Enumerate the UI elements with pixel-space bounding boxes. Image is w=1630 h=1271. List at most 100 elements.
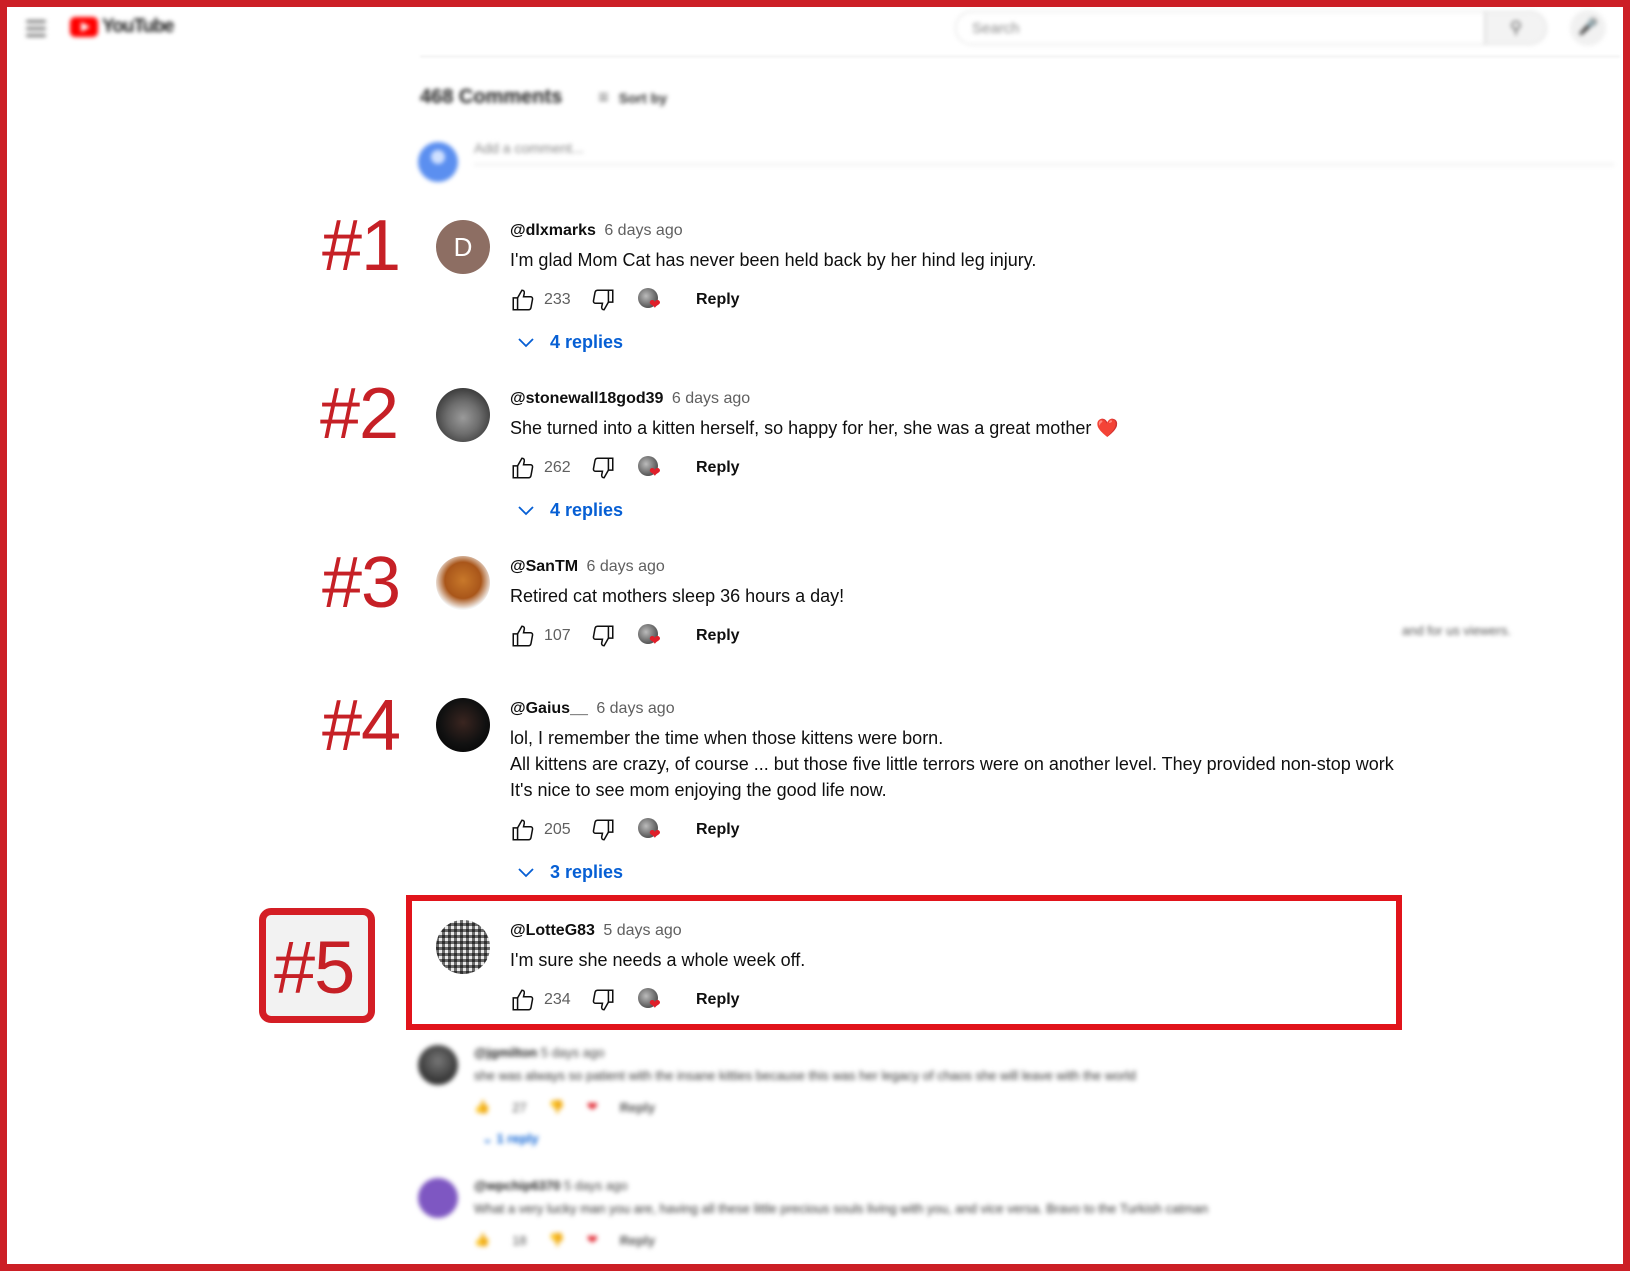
header-divider xyxy=(420,56,1620,57)
thumbs-down-icon[interactable] xyxy=(590,287,616,313)
avatar[interactable] xyxy=(436,388,490,442)
avatar[interactable] xyxy=(418,1178,458,1218)
chevron-down-icon xyxy=(518,867,534,877)
rank-label-1: #1 xyxy=(322,206,401,286)
comment-body: @SanTM 6 days ago Retired cat mothers sl… xyxy=(510,556,1430,650)
avatar[interactable] xyxy=(436,698,490,752)
comment-time[interactable]: 6 days ago xyxy=(596,700,674,717)
thumbs-up-icon[interactable] xyxy=(510,623,536,649)
thumbs-up-icon[interactable] xyxy=(510,455,536,481)
comment-time[interactable]: 6 days ago xyxy=(587,558,665,575)
reply-button[interactable]: Reply xyxy=(696,821,740,839)
chevron-down-icon xyxy=(518,337,534,347)
comment-meta: @jgmilton 5 days ago xyxy=(474,1045,1374,1060)
comment-body: @Gaius__ 6 days ago lol, I remember the … xyxy=(510,698,1430,883)
comment-author[interactable]: @wpchip6370 xyxy=(474,1178,560,1193)
view-replies-button[interactable]: 4 replies xyxy=(518,500,1430,521)
avatar[interactable]: D xyxy=(436,220,490,274)
like-count: 233 xyxy=(544,291,571,308)
reply-button[interactable]: Reply xyxy=(620,1233,655,1248)
microphone-icon[interactable]: 🎤 xyxy=(1570,10,1606,46)
comment-time[interactable]: 6 days ago xyxy=(672,390,750,407)
view-replies-button[interactable]: ⌄ 1 reply xyxy=(482,1131,1374,1147)
sort-icon: ≡ xyxy=(598,87,609,107)
comment-actions: 205 ❤ Reply xyxy=(510,816,1430,844)
top-bar: YouTube Search ⚲ 🎤 xyxy=(0,0,1630,60)
sort-label: Sort by xyxy=(618,89,668,106)
avatar[interactable] xyxy=(436,556,490,610)
side-note: and for us viewers. xyxy=(1402,623,1512,638)
comment-author[interactable]: @jgmilton xyxy=(474,1045,537,1060)
replies-count: 3 replies xyxy=(550,862,624,882)
creator-heart-icon: ❤ xyxy=(586,1099,598,1114)
avatar[interactable] xyxy=(418,1045,458,1085)
rank-label-5: #5 xyxy=(274,926,355,1009)
comment-author[interactable]: @Gaius__ xyxy=(510,700,588,717)
reply-button[interactable]: Reply xyxy=(696,459,740,477)
chevron-down-icon xyxy=(518,505,534,515)
thumbs-up-icon[interactable]: 👍 xyxy=(474,1099,490,1115)
highlight-box xyxy=(406,895,1402,1030)
comment-text: Retired cat mothers sleep 36 hours a day… xyxy=(510,586,845,606)
comment-meta: @stonewall18god39 6 days ago xyxy=(510,388,1430,410)
comment-body: @jgmilton 5 days ago she was always so p… xyxy=(474,1045,1374,1147)
like-count: 107 xyxy=(544,627,571,644)
comments-count: 468 Comments xyxy=(420,86,563,108)
comment-author[interactable]: @SanTM xyxy=(510,558,578,575)
comment-author[interactable]: @stonewall18god39 xyxy=(510,390,663,407)
thumbs-down-icon[interactable] xyxy=(590,623,616,649)
comment-text: she was always so patient with the insan… xyxy=(474,1068,1136,1083)
thumbs-down-icon[interactable]: 👎 xyxy=(549,1232,565,1248)
rank-label-5-box: #5 xyxy=(259,908,375,1023)
thumbs-down-icon[interactable]: 👎 xyxy=(549,1099,565,1115)
comment-time[interactable]: 6 days ago xyxy=(604,222,682,239)
rank-label-2: #2 xyxy=(320,374,399,454)
comment-text: I'm glad Mom Cat has never been held bac… xyxy=(510,250,1037,270)
menu-icon[interactable] xyxy=(26,20,46,37)
reply-button[interactable]: Reply xyxy=(620,1100,655,1115)
thumbs-down-icon[interactable] xyxy=(590,455,616,481)
comment-text: She turned into a kitten herself, so hap… xyxy=(510,418,1119,438)
view-replies-button[interactable]: 3 replies xyxy=(518,862,1430,883)
reply-button[interactable]: Reply xyxy=(696,627,740,645)
logo-text: YouTube xyxy=(102,16,174,37)
creator-heart-icon: ❤ xyxy=(638,624,664,648)
comment-actions: 262 ❤ Reply xyxy=(510,454,1430,482)
add-comment-row: Add a comment... xyxy=(418,140,1618,184)
view-replies-button[interactable]: 4 replies xyxy=(518,332,1430,353)
comment-body: @stonewall18god39 6 days ago She turned … xyxy=(510,388,1430,521)
creator-heart-icon: ❤ xyxy=(638,288,664,312)
comment-actions: 👍 18 👎 ❤ Reply xyxy=(474,1232,1374,1248)
thumbs-down-icon[interactable] xyxy=(590,817,616,843)
replies-count: 4 replies xyxy=(550,332,624,352)
like-count: 18 xyxy=(512,1232,527,1248)
comment-time[interactable]: 5 days ago xyxy=(564,1178,628,1193)
comment-author[interactable]: @dlxmarks xyxy=(510,222,596,239)
search-icon[interactable]: ⚲ xyxy=(1485,11,1547,45)
creator-heart-icon: ❤ xyxy=(638,818,664,842)
youtube-logo[interactable]: YouTube xyxy=(70,16,174,38)
sort-by-button[interactable]: ≡ Sort by xyxy=(598,87,667,108)
thumbs-up-icon[interactable]: 👍 xyxy=(474,1232,490,1248)
comments-header: 468 Comments ≡ Sort by xyxy=(420,86,667,109)
comment-meta: @Gaius__ 6 days ago xyxy=(510,698,1430,720)
creator-heart-icon: ❤ xyxy=(586,1232,598,1247)
comment-actions: 107 ❤ Reply xyxy=(510,622,1430,650)
search-input[interactable]: Search xyxy=(955,11,1485,45)
replies-count: 4 replies xyxy=(550,500,624,520)
thumbs-up-icon[interactable] xyxy=(510,817,536,843)
comment-text: lol, I remember the time when those kitt… xyxy=(510,728,1394,800)
user-avatar xyxy=(418,142,458,182)
reply-button[interactable]: Reply xyxy=(696,291,740,309)
replies-count: 1 reply xyxy=(496,1131,539,1146)
comment-text: What a very lucky man you are, having al… xyxy=(474,1201,1209,1216)
comment-time[interactable]: 5 days ago xyxy=(541,1045,605,1060)
like-count: 205 xyxy=(544,821,571,838)
thumbs-up-icon[interactable] xyxy=(510,287,536,313)
comment-actions: 👍 27 👎 ❤ Reply xyxy=(474,1099,1374,1115)
add-comment-underline xyxy=(474,164,1614,165)
like-count: 262 xyxy=(544,459,571,476)
comment-meta: @dlxmarks 6 days ago xyxy=(510,220,1430,242)
add-comment-input[interactable]: Add a comment... xyxy=(474,140,584,156)
comment-body: @wpchip6370 5 days ago What a very lucky… xyxy=(474,1178,1374,1248)
